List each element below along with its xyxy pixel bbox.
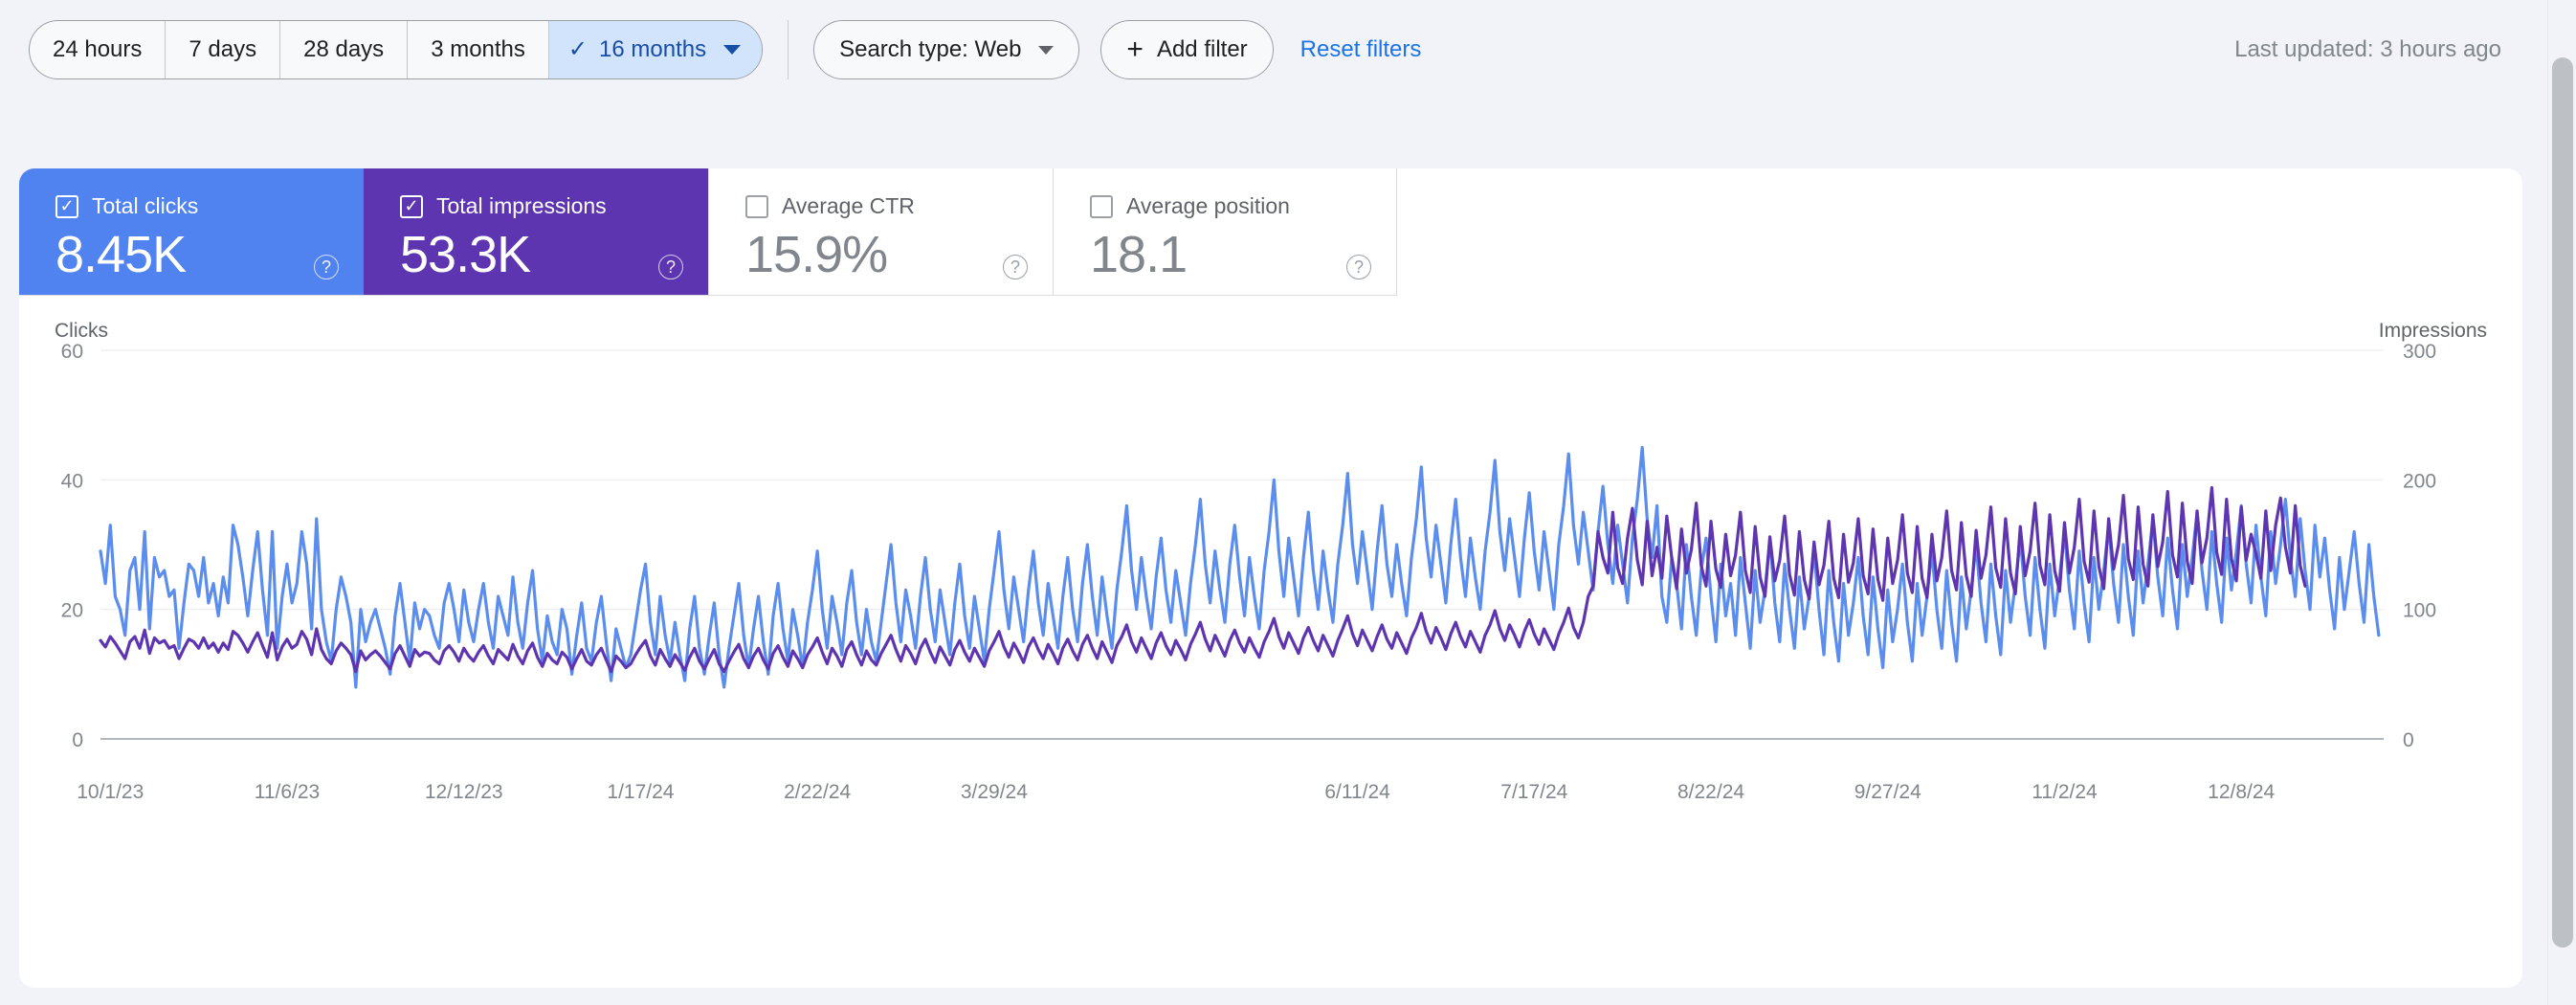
svg-text:3/29/24: 3/29/24	[961, 781, 1028, 803]
metric-card-label: Total clicks	[92, 193, 199, 218]
date-range-24-hours[interactable]: 24 hours	[30, 21, 167, 78]
add-filter-label: Add filter	[1156, 36, 1248, 62]
search-type-label: Search type: Web	[839, 36, 1022, 62]
metric-card-header: ✓ Total impressions	[400, 193, 708, 219]
svg-text:200: 200	[2403, 470, 2436, 492]
help-glyph: ?	[1010, 257, 1020, 277]
search-performance-page: 24 hours 7 days 28 days 3 months ✓ 16 mo…	[0, 0, 2576, 1005]
help-glyph: ?	[1353, 257, 1364, 277]
metric-card-average-position[interactable]: Average position 18.1 ?	[1053, 168, 1397, 295]
metric-card-total-clicks[interactable]: ✓ Total clicks 8.45K ?	[19, 168, 364, 295]
svg-text:20: 20	[61, 600, 83, 622]
performance-panel: ✓ Total clicks 8.45K ? ✓ Total impressio…	[19, 168, 2522, 988]
svg-text:8/22/24: 8/22/24	[1677, 781, 1744, 803]
chevron-down-icon	[1038, 45, 1055, 55]
svg-text:11/6/23: 11/6/23	[255, 781, 321, 803]
svg-text:12/12/23: 12/12/23	[425, 781, 503, 803]
filters-toolbar: 24 hours 7 days 28 days 3 months ✓ 16 mo…	[0, 0, 2576, 100]
chevron-down-icon[interactable]	[723, 45, 742, 55]
metric-cards: ✓ Total clicks 8.45K ? ✓ Total impressio…	[19, 168, 1397, 296]
metric-card-label: Average position	[1126, 193, 1290, 218]
svg-text:12/8/24: 12/8/24	[2208, 781, 2275, 803]
search-type-dropdown[interactable]: Search type: Web	[813, 20, 1080, 79]
metric-card-label: Average CTR	[782, 193, 915, 218]
help-glyph: ?	[665, 257, 676, 277]
date-range-7-days[interactable]: 7 days	[166, 21, 281, 78]
metric-card-average-ctr[interactable]: Average CTR 15.9% ?	[708, 168, 1053, 295]
date-range-segmented-control[interactable]: 24 hours 7 days 28 days 3 months ✓ 16 mo…	[29, 20, 764, 79]
checkbox-checked-icon[interactable]: ✓	[400, 194, 423, 218]
date-range-28-days[interactable]: 28 days	[280, 21, 409, 78]
svg-text:1/17/24: 1/17/24	[607, 781, 674, 803]
metric-card-header: Average CTR	[745, 193, 1053, 219]
svg-text:7/17/24: 7/17/24	[1500, 781, 1567, 803]
date-range-16-months-label: 16 months	[599, 36, 707, 62]
help-icon[interactable]: ?	[1003, 255, 1028, 279]
checkbox-unchecked-icon[interactable]	[745, 194, 768, 218]
svg-text:0: 0	[2403, 729, 2414, 751]
date-range-3-months-label: 3 months	[431, 36, 525, 62]
metric-card-header: ✓ Total clicks	[56, 193, 364, 219]
vertical-scrollbar-track[interactable]	[2547, 0, 2576, 1005]
help-glyph: ?	[321, 257, 331, 277]
reset-filters-link[interactable]: Reset filters	[1300, 36, 1422, 63]
vertical-scrollbar-thumb[interactable]	[2552, 57, 2573, 948]
check-icon: ✓	[567, 36, 588, 62]
plus-icon: +	[1126, 34, 1144, 65]
svg-text:60: 60	[61, 341, 83, 363]
svg-text:6/11/24: 6/11/24	[1324, 781, 1390, 803]
svg-text:0: 0	[72, 729, 83, 751]
last-updated-text: Last updated: 3 hours ago	[2234, 36, 2501, 62]
metric-card-total-impressions[interactable]: ✓ Total impressions 53.3K ?	[364, 168, 708, 295]
date-range-16-months[interactable]: ✓ 16 months	[548, 21, 763, 78]
performance-chart: Clicks Impressions 0 0 20 100 40 200 60 300 10/1…	[19, 312, 2522, 982]
metric-cards-underline	[19, 295, 1397, 296]
date-range-7-days-label: 7 days	[189, 36, 257, 62]
svg-text:9/27/24: 9/27/24	[1854, 781, 1921, 803]
help-icon[interactable]: ?	[658, 255, 683, 279]
help-icon[interactable]: ?	[1346, 255, 1371, 279]
metric-card-label: Total impressions	[436, 193, 607, 218]
svg-text:10/1/23: 10/1/23	[77, 781, 144, 803]
checkbox-checked-icon[interactable]: ✓	[56, 194, 78, 218]
date-range-3-months[interactable]: 3 months	[408, 21, 549, 78]
svg-text:40: 40	[61, 470, 83, 492]
svg-text:11/2/24: 11/2/24	[2032, 781, 2098, 803]
checkbox-unchecked-icon[interactable]	[1090, 194, 1113, 218]
metric-card-header: Average position	[1090, 193, 1396, 219]
help-icon[interactable]: ?	[314, 255, 339, 279]
svg-text:100: 100	[2403, 600, 2436, 622]
reset-filters-label: Reset filters	[1299, 36, 1422, 62]
chart-canvas[interactable]: 0 0 20 100 40 200 60 300 10/1/23 11/6/23 12/12/23 1…	[19, 312, 2522, 982]
svg-text:300: 300	[2403, 341, 2436, 363]
date-range-24-hours-label: 24 hours	[53, 36, 143, 62]
date-range-28-days-label: 28 days	[303, 36, 385, 62]
add-filter-button[interactable]: + Add filter	[1100, 20, 1274, 79]
svg-text:2/22/24: 2/22/24	[784, 781, 851, 803]
